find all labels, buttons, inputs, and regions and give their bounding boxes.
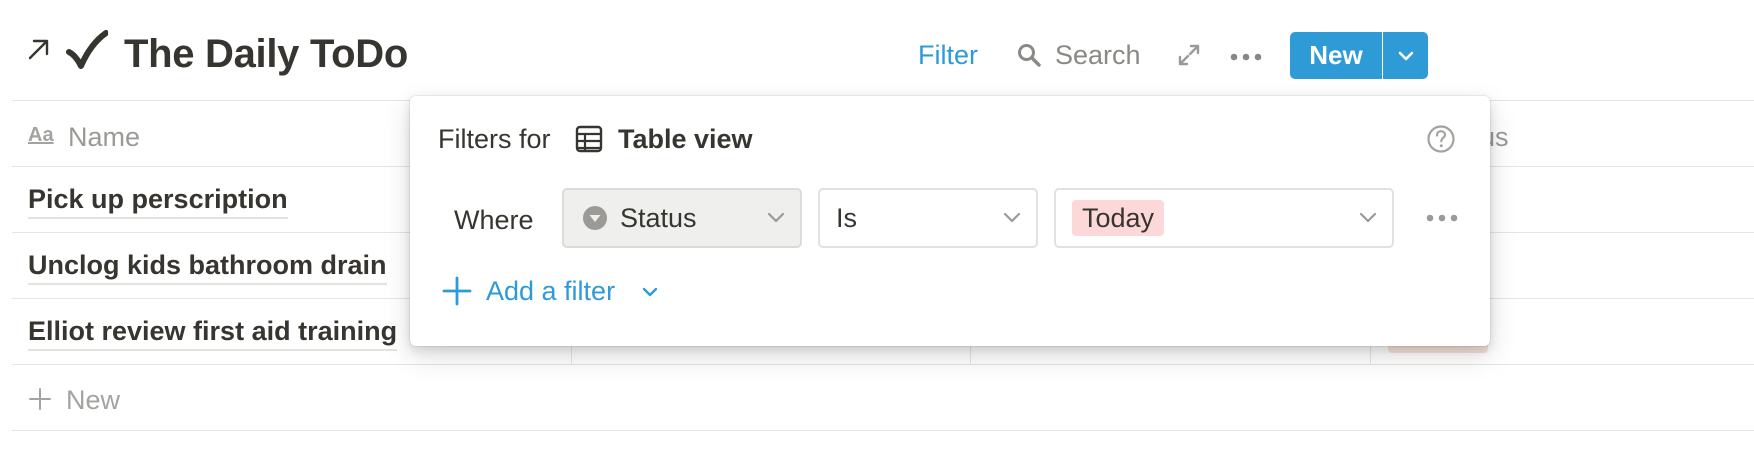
expand-icon[interactable] [1176,42,1202,68]
chevron-down-icon[interactable] [640,284,660,300]
status-icon [583,206,607,230]
filter-conjunction: Where [454,205,534,235]
table-icon [575,125,603,153]
checkmark-icon [66,30,108,69]
open-page-arrow-icon[interactable] [26,36,52,62]
row-title[interactable]: Elliot review first aid training [28,314,398,351]
chevron-down-icon [1359,212,1377,223]
chevron-down-icon [767,212,785,223]
chevron-down-icon [1398,51,1413,60]
search-icon[interactable] [1017,43,1041,67]
more-options-icon[interactable] [1230,53,1262,61]
search-button[interactable]: Search [1055,38,1141,72]
row-title[interactable]: Unclog kids bathroom drain [28,248,387,285]
filter-operator-select[interactable]: Is [818,188,1038,248]
add-row-button[interactable]: New [66,383,120,417]
filter-button[interactable]: Filter [918,38,978,72]
new-button[interactable]: New [1290,32,1382,79]
filter-operator-label: Is [836,203,858,233]
help-icon[interactable] [1426,124,1456,154]
row-title[interactable]: Pick up perscription [28,182,288,219]
column-header-name[interactable]: Name [68,120,140,154]
filter-popup-heading: Filters for [438,124,551,154]
filter-property-label: Status [620,203,697,233]
view-name: Table view [618,124,753,154]
table-bottom-border [12,430,1754,431]
plus-icon[interactable] [442,276,472,306]
row-divider [12,364,1754,365]
chevron-down-icon [1003,212,1021,223]
status-tag-today: Today [1072,200,1165,236]
filter-property-select[interactable]: Status [562,188,802,248]
status-tag-peek [1388,345,1488,353]
filter-value-select[interactable]: Today [1054,188,1394,248]
text-property-icon: Aa [28,124,54,146]
new-dropdown-button[interactable] [1383,32,1428,79]
page-title: The Daily ToDo [124,32,408,76]
filter-popup: Filters for Table view Where Status Is T… [410,96,1490,346]
plus-icon[interactable] [28,387,52,411]
add-filter-button[interactable]: Add a filter [486,274,615,308]
filter-rule-more-icon[interactable] [1426,214,1458,222]
